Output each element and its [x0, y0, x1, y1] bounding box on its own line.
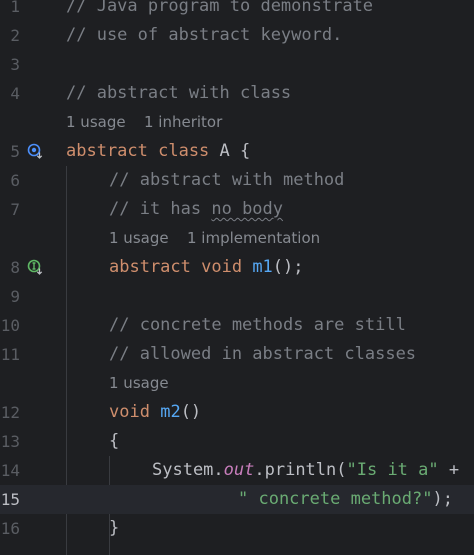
comment: // concrete methods are still [109, 315, 406, 335]
line-number: 9 [10, 287, 20, 306]
code-line-16[interactable]: 16 } [0, 514, 474, 543]
statement: System.out.println("Is it a" + [152, 456, 459, 485]
punctuation: (); [272, 257, 304, 277]
comment: // Java program to demonstrate [66, 0, 374, 16]
code-vision-hints: 1 usage 1 implementation [0, 224, 474, 253]
line-number: 10 [0, 316, 20, 335]
method-call: .println( [254, 460, 347, 480]
usages-hint[interactable]: 1 usage [66, 108, 126, 137]
implementations-hint[interactable]: 1 implementation [187, 224, 320, 253]
line-number: 11 [0, 345, 20, 364]
open-brace: { [109, 431, 120, 451]
code-line-4[interactable]: 4 // abstract with class [0, 79, 474, 108]
method-declaration: void m2() [109, 398, 201, 427]
keyword: abstract class [66, 141, 210, 161]
class-name: A { [209, 141, 251, 161]
line-number: 2 [10, 26, 20, 45]
code-line-15-current[interactable]: 15 " concrete method?"); [0, 485, 474, 514]
comment: // it has no body [109, 195, 283, 224]
comment-text: // it has [109, 199, 212, 219]
statement-continuation: " concrete method?"); [238, 485, 453, 514]
static-field: out [223, 460, 255, 480]
line-number: 16 [0, 519, 20, 538]
line-number: 12 [0, 403, 20, 422]
line-number: 1 [10, 0, 20, 16]
code-line-7[interactable]: 7 // it has no body [0, 195, 474, 224]
line-number: 8 [10, 258, 20, 277]
implemented-method-icon[interactable] [27, 259, 43, 275]
code-line-13[interactable]: 13 { [0, 427, 474, 456]
comment: // allowed in abstract classes [109, 344, 417, 364]
code-line-2[interactable]: 2 // use of abstract keyword. [0, 21, 474, 50]
code-editor[interactable]: 1 // Java program to demonstrate 2 // us… [0, 0, 474, 555]
code-line-6[interactable]: 6 // abstract with method [0, 166, 474, 195]
comment: // use of abstract keyword. [66, 25, 343, 45]
keyword: void [109, 402, 150, 422]
line-number: 13 [0, 432, 20, 451]
keyword: abstract void [109, 257, 243, 277]
inheritors-hint[interactable]: 1 inheritor [144, 108, 222, 137]
code-line-8[interactable]: 8 abstract void m1(); [0, 253, 474, 282]
line-number: 7 [10, 200, 20, 219]
comment: // abstract with method [109, 170, 345, 190]
punctuation: () [180, 402, 202, 422]
operator: + [438, 460, 460, 480]
string-literal: " concrete method?" [238, 489, 433, 509]
usages-hint[interactable]: 1 usage [109, 224, 169, 253]
method-declaration: abstract void m1(); [109, 253, 304, 282]
code-line-5[interactable]: 5 abstract class A { [0, 137, 474, 166]
line-number: 14 [0, 461, 20, 480]
line-number: 4 [10, 84, 20, 103]
code-line-3[interactable]: 3 [0, 50, 474, 79]
code-line-9[interactable]: 9 [0, 282, 474, 311]
line-number: 6 [10, 171, 20, 190]
close-brace: } [109, 518, 120, 538]
line-number: 5 [10, 142, 20, 161]
code-vision-hints: 1 usage 1 inheritor [0, 108, 474, 137]
comment: // abstract with class [66, 83, 292, 103]
code-line-1[interactable]: 1 // Java program to demonstrate [0, 0, 474, 21]
implemented-override-icon[interactable] [27, 143, 43, 159]
code-line-12[interactable]: 12 void m2() [0, 398, 474, 427]
typo-warning[interactable]: no body [211, 199, 283, 219]
code-vision-hints: 1 usage [0, 369, 474, 398]
line-number: 3 [10, 55, 20, 74]
class-declaration: abstract class A { [66, 137, 250, 166]
code-line-10[interactable]: 10 // concrete methods are still [0, 311, 474, 340]
code-line-11[interactable]: 11 // allowed in abstract classes [0, 340, 474, 369]
class-ref: System. [152, 460, 224, 480]
string-literal: "Is it a" [346, 460, 439, 480]
usages-hint[interactable]: 1 usage [109, 369, 169, 398]
code-line-14[interactable]: 14 System.out.println("Is it a" + [0, 456, 474, 485]
punctuation: ); [432, 489, 453, 509]
line-number: 15 [0, 490, 20, 509]
method-name: m2 [160, 402, 181, 422]
method-name: m1 [252, 257, 273, 277]
